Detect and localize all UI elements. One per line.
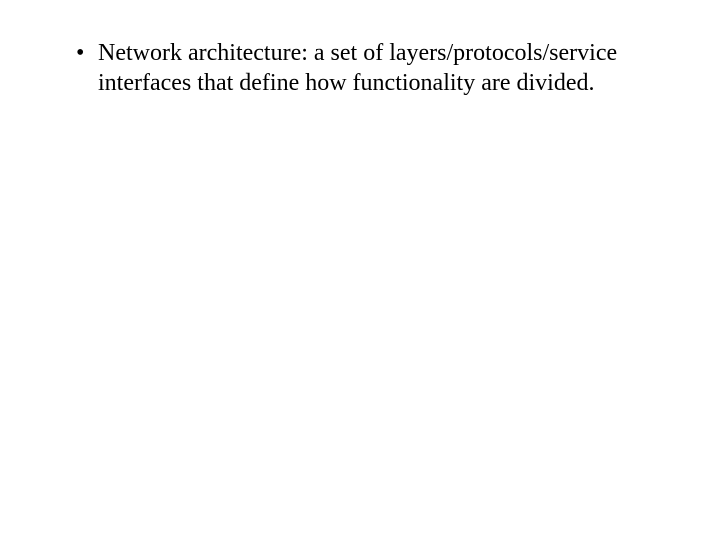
bullet-list: • Network architecture: a set of layers/… bbox=[68, 38, 660, 98]
bullet-icon: • bbox=[76, 38, 84, 68]
bullet-text: Network architecture: a set of layers/pr… bbox=[98, 40, 617, 96]
slide-content: • Network architecture: a set of layers/… bbox=[0, 0, 720, 540]
list-item: • Network architecture: a set of layers/… bbox=[68, 38, 660, 98]
